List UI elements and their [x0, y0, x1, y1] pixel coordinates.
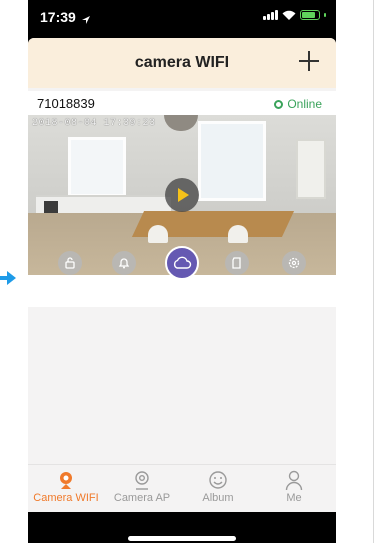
settings-button[interactable] [282, 251, 306, 275]
app-screen: camera WIFI 71018839 Online 2018-08-04 1… [28, 38, 336, 512]
battery-tip [324, 13, 326, 17]
unlock-icon [65, 257, 75, 269]
tab-album[interactable]: Album [180, 469, 256, 504]
page: 17:39 camera WIFI 71018839 Online 2018-0… [0, 0, 378, 543]
tab-camera-wifi[interactable]: Camera WIFI [28, 469, 104, 504]
camera-wifi-icon [60, 472, 72, 489]
status-badge: Online [274, 97, 322, 111]
sd-card-button[interactable] [225, 251, 249, 275]
preview-timestamp: 2018-08-04 17:39:23 [32, 118, 156, 129]
album-icon [209, 471, 227, 489]
device-actions [28, 241, 336, 289]
tab-label: Camera WIFI [33, 492, 99, 504]
person-icon [285, 470, 303, 491]
pointer-arrow-icon [0, 271, 16, 285]
preview-shelf [296, 139, 326, 199]
cloud-button[interactable] [165, 246, 199, 280]
webcam-icon [274, 99, 284, 109]
tab-camera-ap[interactable]: Camera AP [104, 469, 180, 504]
bell-icon [118, 258, 130, 269]
alarm-button[interactable] [112, 251, 136, 275]
sd-card-icon [232, 257, 241, 269]
nav-bar: camera WIFI [28, 38, 336, 88]
status-icons [263, 10, 326, 20]
location-arrow-icon [82, 11, 90, 29]
tab-label: Album [202, 492, 234, 504]
wifi-icon [282, 10, 296, 20]
home-indicator[interactable] [128, 536, 236, 541]
play-button[interactable] [165, 178, 199, 212]
cloud-icon [173, 256, 192, 269]
add-device-button[interactable] [298, 50, 320, 72]
preview-window [198, 121, 266, 201]
status-bar: 17:39 [28, 0, 336, 36]
signal-icon [263, 10, 278, 20]
page-title: camera WIFI [134, 54, 230, 71]
unlock-button[interactable] [58, 251, 82, 275]
tab-me[interactable]: Me [256, 469, 332, 504]
preview-window [68, 137, 126, 197]
battery-charging-icon [300, 10, 320, 20]
tab-label: Camera AP [113, 492, 171, 504]
divider [373, 0, 374, 543]
status-time: 17:39 [40, 9, 76, 25]
tab-label: Me [286, 492, 302, 504]
tab-bar: Camera WIFI Camera AP Album Me [28, 464, 336, 512]
gear-icon [288, 257, 300, 269]
device-card[interactable]: 71018839 Online 2018-08-04 17:39:23 [28, 91, 336, 307]
status-text: Online [287, 97, 322, 111]
webcam-icon [135, 471, 149, 490]
phone-frame: 17:39 camera WIFI 71018839 Online 2018-0… [28, 0, 336, 543]
device-name: 71018839 [37, 96, 95, 111]
